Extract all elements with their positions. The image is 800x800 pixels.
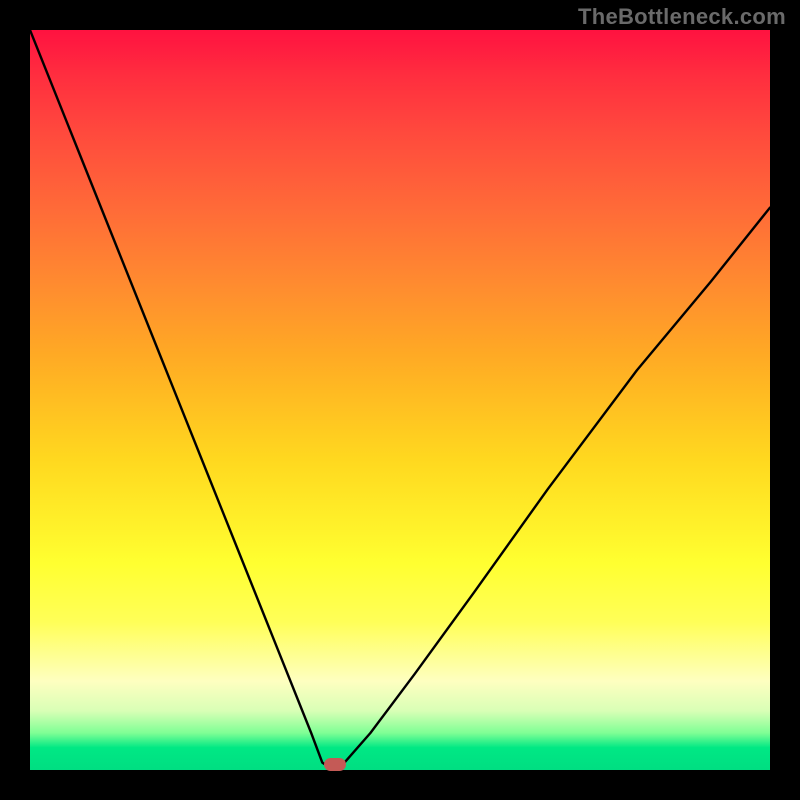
optimum-marker: [324, 758, 346, 771]
curve-path: [30, 30, 770, 770]
chart-frame: TheBottleneck.com: [0, 0, 800, 800]
watermark-text: TheBottleneck.com: [578, 4, 786, 30]
plot-area: [30, 30, 770, 770]
bottleneck-curve: [30, 30, 770, 770]
